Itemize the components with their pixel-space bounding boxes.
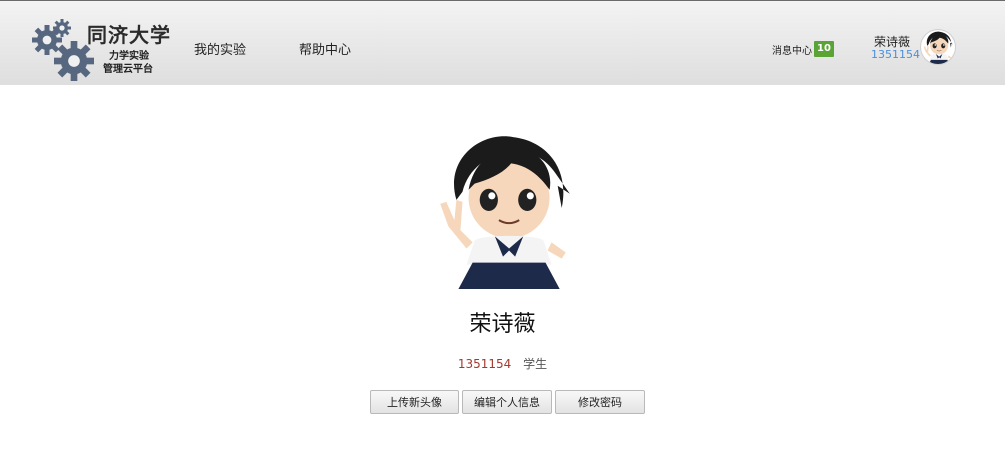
nav-help-center[interactable]: 帮助中心 [299, 39, 351, 58]
edit-profile-button[interactable]: 编辑个人信息 [462, 390, 552, 414]
profile-avatar [428, 129, 580, 291]
change-password-button[interactable]: 修改密码 [555, 390, 645, 414]
profile-name: 荣诗薇 [469, 312, 536, 337]
message-count-badge[interactable]: 10 [814, 41, 834, 57]
upload-avatar-button[interactable]: 上传新头像 [370, 390, 459, 414]
profile-role: 学生 [523, 357, 548, 371]
profile-details: 1351154 学生 [0, 355, 1005, 372]
nav-my-experiments[interactable]: 我的实验 [194, 39, 246, 58]
site-logo[interactable]: 同济大学 力学实验 管理云平台 [30, 15, 170, 81]
logo-title: 同济大学 [87, 23, 171, 47]
message-center-link[interactable]: 消息中心 [772, 42, 812, 57]
header-avatar[interactable] [921, 30, 955, 64]
logo-subtitle-line2: 管理云平台 [103, 64, 153, 75]
profile-student-id: 1351154 [457, 357, 512, 371]
header-user-id[interactable]: 1351154 [871, 48, 920, 61]
top-navigation-bar: 同济大学 力学实验 管理云平台 我的实验 帮助中心 消息中心 10 荣诗薇 13… [0, 0, 1005, 85]
user-avatar-icon [921, 30, 955, 64]
profile-avatar-icon [428, 129, 580, 291]
